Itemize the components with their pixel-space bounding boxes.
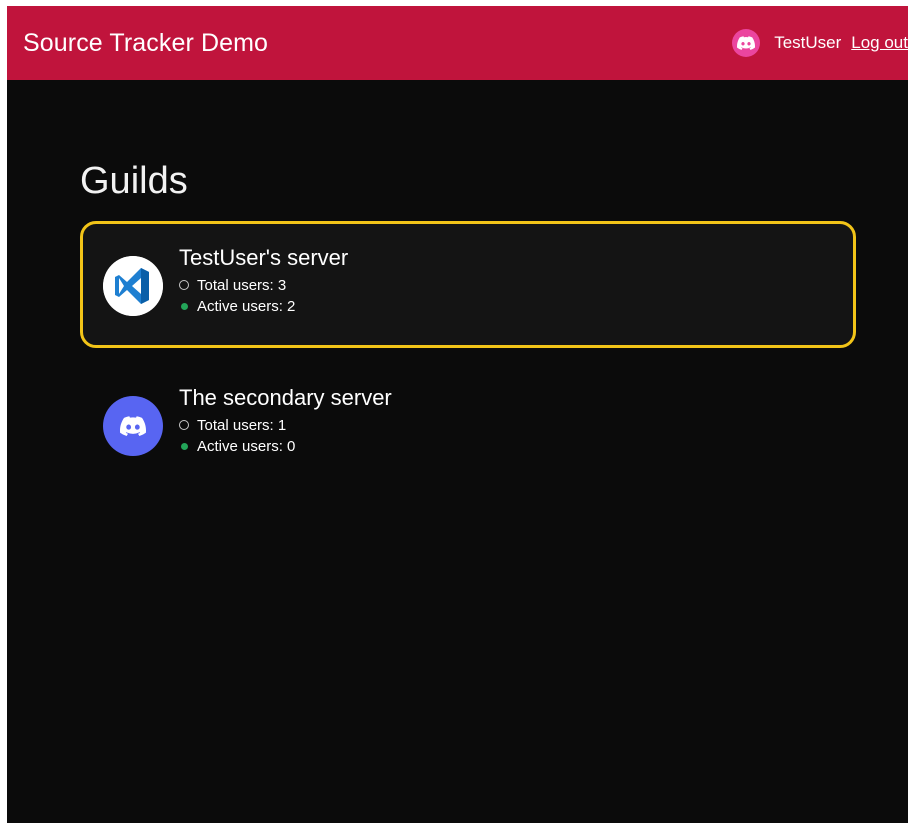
active-users-label: Active users: 0 [197,437,296,455]
username: TestUser [774,33,842,52]
total-users-label: Total users: 1 [197,416,287,434]
active-users-stat: Active users: 0 [179,438,392,455]
guild-icon [103,395,163,456]
avatar [732,29,761,57]
discord-logo-icon [737,36,756,50]
app-window: Source Tracker Demo TestUser Log out Gui… [7,6,908,823]
total-users-label: Total users: 3 [197,276,287,294]
page-title: Guilds [80,160,188,202]
vscode-logo-icon [103,255,163,316]
guild-icon [103,255,163,316]
online-dot-icon [181,442,188,450]
guild-name: The secondary server [179,384,392,410]
top-bar: Source Tracker Demo TestUser Log out [7,6,908,80]
total-users-stat: Total users: 3 [179,277,348,294]
user-area: TestUser Log out [732,6,908,80]
guild-name: TestUser's server [179,244,349,270]
online-dot-icon [181,302,188,310]
guild-info: The secondary server Total users: 1 Acti… [179,385,392,459]
logout-link[interactable]: Log out [851,33,908,53]
total-users-stat: Total users: 1 [179,417,392,434]
guild-list: TestUser's server Total users: 3 Active … [80,221,856,488]
active-users-label: Active users: 2 [197,297,296,315]
active-users-stat: Active users: 2 [179,298,348,315]
discord-logo-icon [120,415,146,436]
main-content: Guilds TestUser's server Total users: 3 … [7,80,908,488]
guild-info: TestUser's server Total users: 3 Active … [179,245,348,319]
guild-card[interactable]: TestUser's server Total users: 3 Active … [80,221,856,348]
status-ring-icon [179,420,189,430]
app-title: Source Tracker Demo [23,28,269,57]
guild-card[interactable]: The secondary server Total users: 1 Acti… [80,361,856,488]
status-ring-icon [179,280,189,290]
